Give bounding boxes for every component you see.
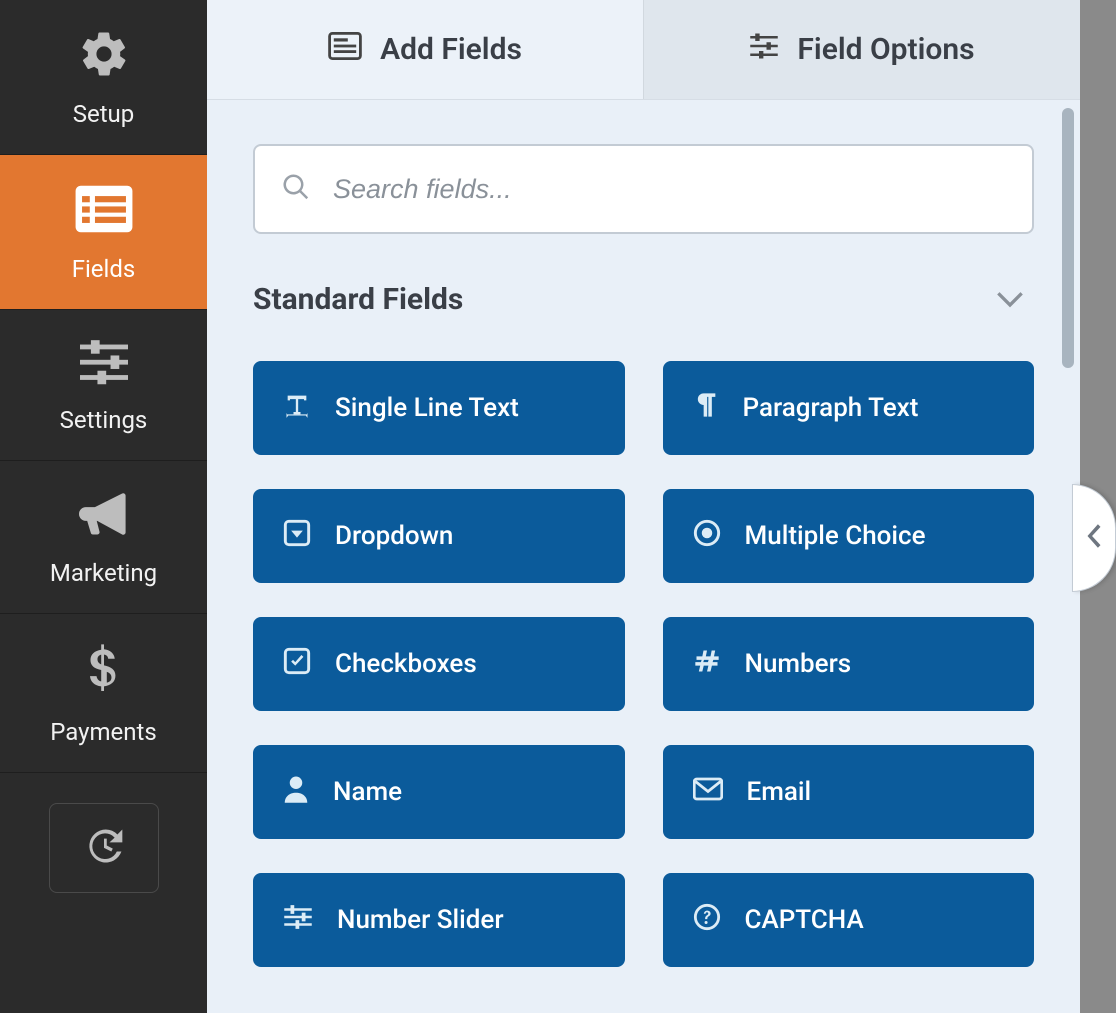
tab-label: Field Options	[797, 32, 974, 67]
sidebar-item-setup[interactable]: Setup	[0, 0, 207, 155]
field-label: Name	[333, 777, 402, 807]
fields-section-title: Standard Fields	[253, 282, 463, 317]
revisions-button[interactable]	[49, 803, 159, 893]
paragraph-icon	[693, 391, 719, 426]
field-label: Single Line Text	[335, 393, 519, 423]
content: Standard Fields Single Line Text Para	[207, 100, 1080, 1013]
field-label: Number Slider	[337, 905, 504, 935]
question-circle-icon	[693, 903, 721, 938]
field-multiple-choice[interactable]: Multiple Choice	[663, 489, 1035, 583]
radio-icon	[693, 519, 721, 554]
sidebar-item-payments[interactable]: Payments	[0, 614, 207, 773]
tab-label: Add Fields	[380, 32, 522, 67]
chevron-down-icon	[996, 288, 1024, 312]
main-panel: Add Fields Field Options Standard Fields	[207, 0, 1080, 1013]
sidebar-item-label: Fields	[72, 255, 136, 283]
field-name[interactable]: Name	[253, 745, 625, 839]
sidebar: Setup Fields Settings Marketing Payments	[0, 0, 207, 1013]
tab-add-fields[interactable]: Add Fields	[207, 0, 644, 99]
text-icon	[283, 391, 311, 426]
gear-icon	[78, 28, 130, 84]
scrollbar[interactable]	[1062, 108, 1074, 368]
tabs: Add Fields Field Options	[207, 0, 1080, 100]
app-shell: Setup Fields Settings Marketing Payments	[0, 0, 1080, 1013]
list-icon	[73, 183, 135, 239]
user-icon	[283, 774, 309, 811]
dropdown-icon	[283, 519, 311, 554]
field-label: Paragraph Text	[743, 393, 919, 423]
bullhorn-icon	[76, 489, 132, 543]
tab-field-options[interactable]: Field Options	[644, 0, 1080, 99]
field-number-slider[interactable]: Number Slider	[253, 873, 625, 967]
hash-icon	[693, 647, 721, 682]
slider-icon	[283, 904, 313, 937]
sidebar-item-label: Marketing	[50, 559, 157, 587]
envelope-icon	[693, 777, 723, 808]
sliders-icon	[77, 338, 131, 390]
sidebar-item-label: Setup	[73, 100, 135, 128]
chevron-left-icon	[1086, 523, 1102, 553]
field-paragraph-text[interactable]: Paragraph Text	[663, 361, 1035, 455]
field-label: Checkboxes	[335, 649, 477, 679]
equalizer-icon	[749, 32, 779, 68]
field-email[interactable]: Email	[663, 745, 1035, 839]
field-captcha[interactable]: CAPTCHA	[663, 873, 1035, 967]
sidebar-item-label: Payments	[50, 718, 157, 746]
field-grid: Single Line Text Paragraph Text Dropdown	[253, 361, 1034, 967]
check-square-icon	[283, 647, 311, 682]
field-checkboxes[interactable]: Checkboxes	[253, 617, 625, 711]
field-label: Numbers	[745, 649, 852, 679]
dollar-icon	[86, 642, 122, 702]
field-label: Dropdown	[335, 521, 453, 551]
field-label: CAPTCHA	[745, 905, 864, 935]
search-wrap	[253, 144, 1034, 234]
search-icon	[281, 172, 311, 206]
field-numbers[interactable]: Numbers	[663, 617, 1035, 711]
field-dropdown[interactable]: Dropdown	[253, 489, 625, 583]
sidebar-item-fields[interactable]: Fields	[0, 155, 207, 310]
field-label: Multiple Choice	[745, 521, 926, 551]
sidebar-item-marketing[interactable]: Marketing	[0, 461, 207, 614]
search-input[interactable]	[253, 144, 1034, 234]
field-label: Email	[747, 777, 812, 807]
sidebar-item-label: Settings	[60, 406, 148, 434]
form-icon	[328, 32, 362, 68]
field-single-line-text[interactable]: Single Line Text	[253, 361, 625, 455]
sidebar-item-settings[interactable]: Settings	[0, 310, 207, 461]
fields-section-header[interactable]: Standard Fields	[253, 282, 1034, 317]
history-icon	[82, 824, 126, 872]
